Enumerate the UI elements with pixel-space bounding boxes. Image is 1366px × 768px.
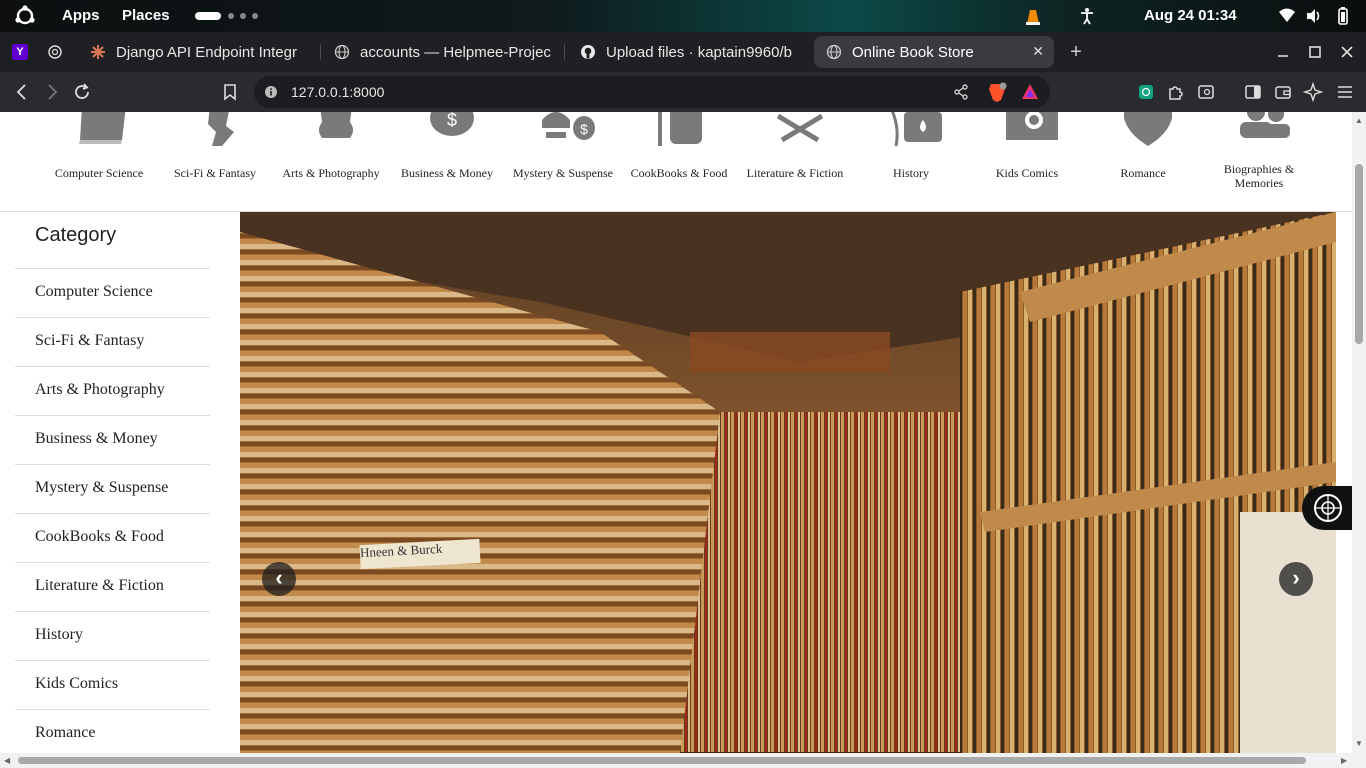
claude-icon	[90, 44, 106, 60]
github-icon	[580, 44, 596, 60]
category-business-money[interactable]: $ Business & Money	[389, 112, 505, 212]
svg-text:$: $	[580, 121, 588, 137]
category-mystery-suspense[interactable]: $ Mystery & Suspense	[505, 112, 621, 212]
hero-carousel: Hneen & Burck ‹ ›	[240, 212, 1336, 753]
tab-title: accounts — Helpmee-Projec	[360, 43, 551, 61]
tab-django-api[interactable]: Django API Endpoint Integr	[78, 36, 318, 68]
tab-title: Upload files · kaptain9960/b	[606, 43, 792, 61]
menu-icon[interactable]	[1335, 82, 1355, 102]
category-icon-bar: Computer Science Sci-Fi & Fantasy Arts &…	[0, 112, 1352, 212]
sidebar-item-computer-science[interactable]: Computer Science	[15, 269, 210, 318]
category-arts-photography[interactable]: Arts & Photography	[273, 112, 389, 212]
svg-text:$: $	[447, 112, 457, 130]
brave-shields-icon[interactable]	[987, 81, 1007, 102]
minimize-window-icon[interactable]	[1273, 42, 1293, 62]
carousel-next-button[interactable]: ›	[1279, 562, 1313, 596]
ubuntu-logo-icon[interactable]	[14, 0, 36, 32]
close-window-icon[interactable]	[1337, 42, 1357, 62]
category-history[interactable]: History	[853, 112, 969, 212]
places-menu[interactable]: Places	[122, 0, 170, 32]
sidebar-item-cookbooks-food[interactable]: CookBooks & Food	[15, 514, 210, 563]
sidebar-item-history[interactable]: History	[15, 612, 210, 661]
thief-icon: $	[542, 112, 595, 140]
globe-icon	[826, 44, 842, 60]
address-bar[interactable]: 127.0.0.1:8000	[254, 76, 1050, 108]
carousel-prev-button[interactable]: ‹	[262, 562, 296, 596]
pinned-tab-yahoo[interactable]: Y	[6, 36, 34, 68]
sidebar-item-romance[interactable]: Romance	[15, 710, 210, 753]
battery-icon[interactable]	[1335, 0, 1351, 32]
volume-icon[interactable]	[1305, 0, 1323, 32]
sidebar-item-mystery-suspense[interactable]: Mystery & Suspense	[15, 465, 210, 514]
vlc-icon[interactable]	[1025, 0, 1041, 32]
browser-toolbar: 127.0.0.1:8000	[0, 72, 1366, 112]
category-biographies-memories[interactable]: Biographies & Memories	[1201, 112, 1317, 212]
bookstore-image	[240, 212, 1336, 753]
quill-inkpot-icon	[891, 112, 942, 147]
chatgpt-floating-button[interactable]	[1302, 486, 1352, 530]
category-sidebar: Category Computer Science Sci-Fi & Fanta…	[15, 212, 210, 753]
sidebar-item-sci-fi-fantasy[interactable]: Sci-Fi & Fantasy	[15, 318, 210, 367]
wifi-icon[interactable]	[1278, 0, 1296, 32]
screenshot-icon[interactable]	[1196, 82, 1216, 102]
site-info-icon[interactable]	[261, 82, 281, 102]
tab-upload-files[interactable]: Upload files · kaptain9960/b	[568, 36, 804, 68]
sidebar-item-kids-comics[interactable]: Kids Comics	[15, 661, 210, 710]
globe-icon	[334, 44, 350, 60]
web-page: Computer Science Sci-Fi & Fantasy Arts &…	[0, 112, 1352, 753]
forward-icon[interactable]	[42, 82, 62, 102]
chatgpt-extension-icon[interactable]	[1136, 82, 1156, 102]
extensions-icon[interactable]	[1166, 82, 1186, 102]
category-cookbooks-food[interactable]: CookBooks & Food	[621, 112, 737, 212]
system-top-bar: Apps Places Aug 24 01:34	[0, 0, 1366, 32]
new-tab-icon[interactable]: +	[1066, 42, 1086, 62]
brave-rewards-icon[interactable]	[1020, 82, 1040, 102]
accessibility-icon[interactable]	[1079, 0, 1095, 32]
piggy-bank-icon: $	[430, 112, 474, 136]
wallet-icon[interactable]	[1273, 82, 1293, 102]
maximize-window-icon[interactable]	[1305, 42, 1325, 62]
people-icon	[1240, 112, 1290, 138]
vertical-scrollbar[interactable]: ▲ ▼	[1352, 112, 1366, 753]
sidebar-item-business-money[interactable]: Business & Money	[15, 416, 210, 465]
clock[interactable]: Aug 24 01:34	[1144, 0, 1237, 32]
url-text: 127.0.0.1:8000	[291, 84, 385, 100]
artist-icon	[319, 112, 353, 138]
tab-title: Django API Endpoint Integr	[116, 43, 297, 61]
horizontal-scrollbar[interactable]: ◀ ▶	[0, 753, 1366, 768]
share-icon[interactable]	[951, 82, 971, 102]
unicorn-icon	[208, 112, 234, 146]
book-icon	[79, 112, 126, 144]
tab-title: Online Book Store	[852, 43, 974, 61]
tab-accounts[interactable]: accounts — Helpmee-Projec	[322, 36, 558, 68]
chatgpt-icon	[47, 44, 63, 60]
close-tab-icon[interactable]: ✕	[1032, 43, 1044, 60]
pinned-tab-chatgpt[interactable]	[40, 36, 70, 68]
cooking-pot-icon	[658, 112, 702, 146]
leo-ai-icon[interactable]	[1302, 81, 1324, 103]
chatgpt-icon	[1314, 494, 1342, 522]
category-romance[interactable]: Romance	[1085, 112, 1201, 212]
crossed-swords-icon	[776, 113, 824, 143]
browser-tab-strip: Y Django API Endpoint Integr accounts — …	[0, 32, 1366, 72]
apps-menu[interactable]: Apps	[62, 0, 100, 32]
sidebar-heading: Category	[35, 224, 117, 246]
category-computer-science[interactable]: Computer Science	[41, 112, 157, 212]
sidebar-toggle-icon[interactable]	[1243, 82, 1263, 102]
bookmark-icon[interactable]	[220, 82, 240, 102]
sidebar-item-arts-photography[interactable]: Arts & Photography	[15, 367, 210, 416]
tab-online-book-store[interactable]: Online Book Store ✕	[814, 36, 1054, 68]
category-sci-fi-fantasy[interactable]: Sci-Fi & Fantasy	[157, 112, 273, 212]
category-literature-fiction[interactable]: Literature & Fiction	[737, 112, 853, 212]
yahoo-icon: Y	[12, 44, 28, 60]
sidebar-item-literature-fiction[interactable]: Literature & Fiction	[15, 563, 210, 612]
back-icon[interactable]	[12, 82, 32, 102]
reload-icon[interactable]	[72, 82, 92, 102]
comics-icon	[1006, 112, 1058, 140]
heart-icon	[1124, 112, 1172, 146]
category-kids-comics[interactable]: Kids Comics	[969, 112, 1085, 212]
